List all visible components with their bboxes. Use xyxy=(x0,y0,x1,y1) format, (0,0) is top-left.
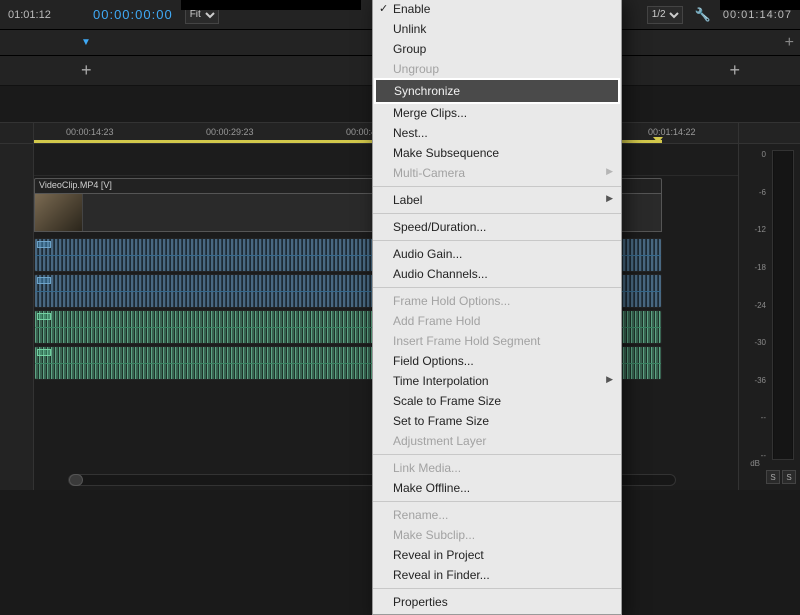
clip-context-menu: EnableUnlinkGroupUngroupSynchronizeMerge… xyxy=(372,0,622,615)
menu-item-scale-to-frame-size[interactable]: Scale to Frame Size xyxy=(373,391,621,411)
menu-item-make-subsequence[interactable]: Make Subsequence xyxy=(373,143,621,163)
menu-item-insert-frame-hold-segment: Insert Frame Hold Segment xyxy=(373,331,621,351)
menu-item-field-options[interactable]: Field Options... xyxy=(373,351,621,371)
menu-item-synchronize[interactable]: Synchronize xyxy=(374,78,620,104)
meter-scale: 0-6-12 -18-24-30 -36---- xyxy=(746,150,766,460)
ruler-tick: 00:01:14:22 xyxy=(648,127,696,137)
menu-item-nest[interactable]: Nest... xyxy=(373,123,621,143)
plus-icon[interactable]: + xyxy=(81,60,92,81)
menu-item-ungroup: Ungroup xyxy=(373,59,621,79)
menu-item-audio-channels[interactable]: Audio Channels... xyxy=(373,264,621,284)
scroll-knob[interactable] xyxy=(69,474,83,486)
menu-item-merge-clips[interactable]: Merge Clips... xyxy=(373,103,621,123)
menu-item-set-to-frame-size[interactable]: Set to Frame Size xyxy=(373,411,621,431)
menu-item-audio-gain[interactable]: Audio Gain... xyxy=(373,244,621,264)
menu-item-label[interactable]: Label xyxy=(373,190,621,210)
menu-item-make-subclip: Make Subclip... xyxy=(373,525,621,545)
mini-playhead-icon[interactable]: ▼ xyxy=(81,37,91,48)
solo-button-l[interactable]: S xyxy=(766,470,780,484)
add-marker-plus-icon[interactable]: + xyxy=(779,34,800,52)
menu-item-properties[interactable]: Properties xyxy=(373,592,621,612)
menu-item-speed-duration[interactable]: Speed/Duration... xyxy=(373,217,621,237)
track-header-gutter[interactable] xyxy=(0,144,34,490)
ruler-tick: 00:00:14:23 xyxy=(66,127,114,137)
playhead-timecode[interactable]: 00:00:00:00 xyxy=(93,7,173,22)
settings-wrench-icon[interactable]: 🔧 xyxy=(695,7,711,23)
menu-item-time-interpolation[interactable]: Time Interpolation xyxy=(373,371,621,391)
audio-meter-panel: 0-6-12 -18-24-30 -36---- dB S S xyxy=(738,144,800,490)
menu-item-adjustment-layer: Adjustment Layer xyxy=(373,431,621,451)
out-timecode: 00:01:14:07 xyxy=(723,9,792,21)
in-timecode: 01:01:12 xyxy=(8,9,81,21)
menu-item-multi-camera: Multi-Camera xyxy=(373,163,621,183)
menu-item-frame-hold-options: Frame Hold Options... xyxy=(373,291,621,311)
menu-item-enable[interactable]: Enable xyxy=(373,0,621,19)
menu-item-unlink[interactable]: Unlink xyxy=(373,19,621,39)
menu-item-group[interactable]: Group xyxy=(373,39,621,59)
ruler-tick: 00:00:29:23 xyxy=(206,127,254,137)
meter-bars xyxy=(772,150,794,460)
menu-item-link-media: Link Media... xyxy=(373,458,621,478)
menu-item-reveal-in-finder[interactable]: Reveal in Finder... xyxy=(373,565,621,585)
menu-item-reveal-in-project[interactable]: Reveal in Project xyxy=(373,545,621,565)
resolution-select[interactable]: 1/2 xyxy=(647,6,683,24)
plus-right-icon[interactable]: + xyxy=(729,60,740,81)
db-label: dB xyxy=(750,459,760,468)
menu-item-make-offline[interactable]: Make Offline... xyxy=(373,478,621,498)
ruler-gutter xyxy=(0,123,34,143)
solo-button-r[interactable]: S xyxy=(782,470,796,484)
clip-thumbnail xyxy=(35,194,83,231)
menu-item-add-frame-hold: Add Frame Hold xyxy=(373,311,621,331)
program-monitor-black xyxy=(181,0,361,10)
program-monitor-black-right xyxy=(720,0,800,10)
menu-item-rename: Rename... xyxy=(373,505,621,525)
